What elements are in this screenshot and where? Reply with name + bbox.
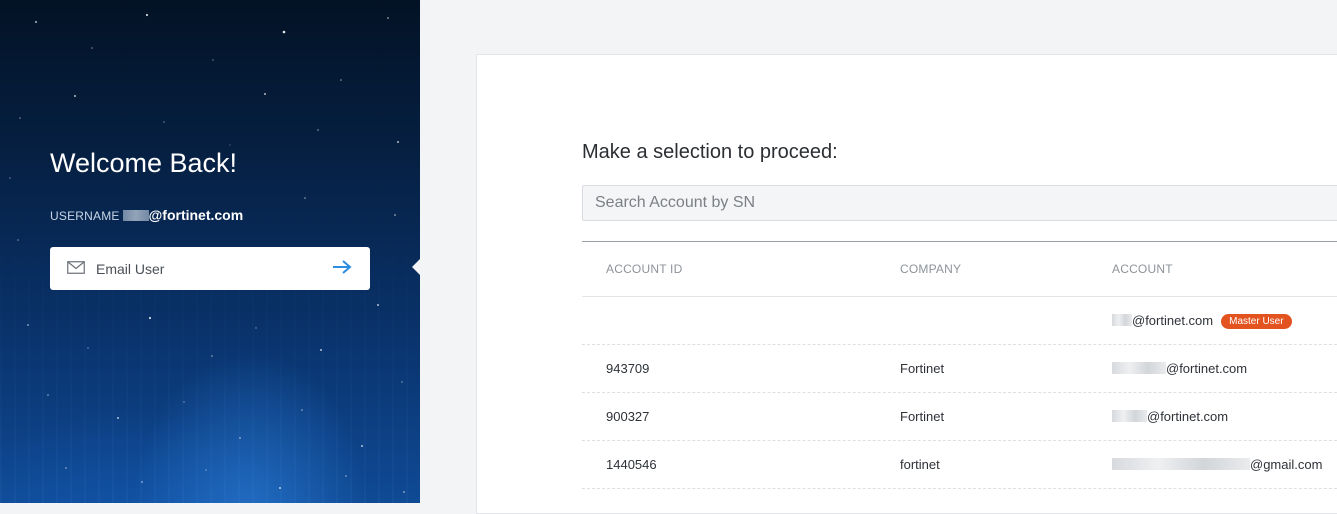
redacted-username <box>122 210 149 221</box>
company-cell: Fortinet <box>900 361 945 376</box>
arrow-right-icon[interactable] <box>331 257 353 277</box>
account-cell: @fortinet.com <box>1112 361 1247 376</box>
username-row: USERNAME @fortinet.com <box>50 207 243 223</box>
redacted-text <box>1112 314 1132 326</box>
table-row[interactable]: 943709 Fortinet @fortinet.com <box>582 345 1337 393</box>
mail-icon <box>67 261 85 274</box>
account-cell: @fortinet.com <box>1112 409 1228 424</box>
account-email: @fortinet.com <box>1147 409 1229 424</box>
account-cell: @gmail.com <box>1112 457 1322 472</box>
panel-notch <box>412 259 420 275</box>
account-email: @fortinet.com <box>1166 361 1248 376</box>
account-cell: @fortinet.com Master User <box>1112 313 1292 329</box>
account-selection-card: Make a selection to proceed: ACCOUNT ID … <box>476 54 1337 514</box>
login-panel: Welcome Back! USERNAME @fortinet.com Emai… <box>0 0 420 503</box>
username-value: @fortinet.com <box>148 207 244 223</box>
username-label: USERNAME <box>50 209 120 223</box>
redacted-text <box>1112 458 1250 470</box>
account-email: @gmail.com <box>1250 457 1323 472</box>
column-header-account-id[interactable]: ACCOUNT ID <box>606 262 682 276</box>
table-header: ACCOUNT ID COMPANY ACCOUNT <box>582 241 1337 297</box>
search-account-field[interactable] <box>582 185 1337 221</box>
selection-title: Make a selection to proceed: <box>582 141 838 163</box>
table-row[interactable]: @fortinet.com Master User <box>582 297 1337 345</box>
column-header-account[interactable]: ACCOUNT <box>1112 262 1173 276</box>
account-id-cell: 943709 <box>606 361 650 376</box>
search-input[interactable] <box>583 186 1337 220</box>
redacted-text <box>1112 410 1147 422</box>
table-row[interactable]: 1440546 fortinet @gmail.com <box>582 441 1337 489</box>
email-user-field[interactable]: Email User <box>50 247 370 290</box>
company-cell: Fortinet <box>900 409 945 424</box>
account-id-cell: 1440546 <box>606 457 657 472</box>
welcome-title: Welcome Back! <box>50 148 238 178</box>
account-email: @fortinet.com <box>1132 313 1214 328</box>
accounts-table: ACCOUNT ID COMPANY ACCOUNT @fortinet.com… <box>582 241 1337 489</box>
account-id-cell: 900327 <box>606 409 650 424</box>
email-user-label: Email User <box>96 261 165 277</box>
redacted-text <box>1112 362 1166 374</box>
column-header-company[interactable]: COMPANY <box>900 262 961 276</box>
table-row[interactable]: 900327 Fortinet @fortinet.com <box>582 393 1337 441</box>
master-user-badge: Master User <box>1221 314 1292 329</box>
company-cell: fortinet <box>900 457 940 472</box>
